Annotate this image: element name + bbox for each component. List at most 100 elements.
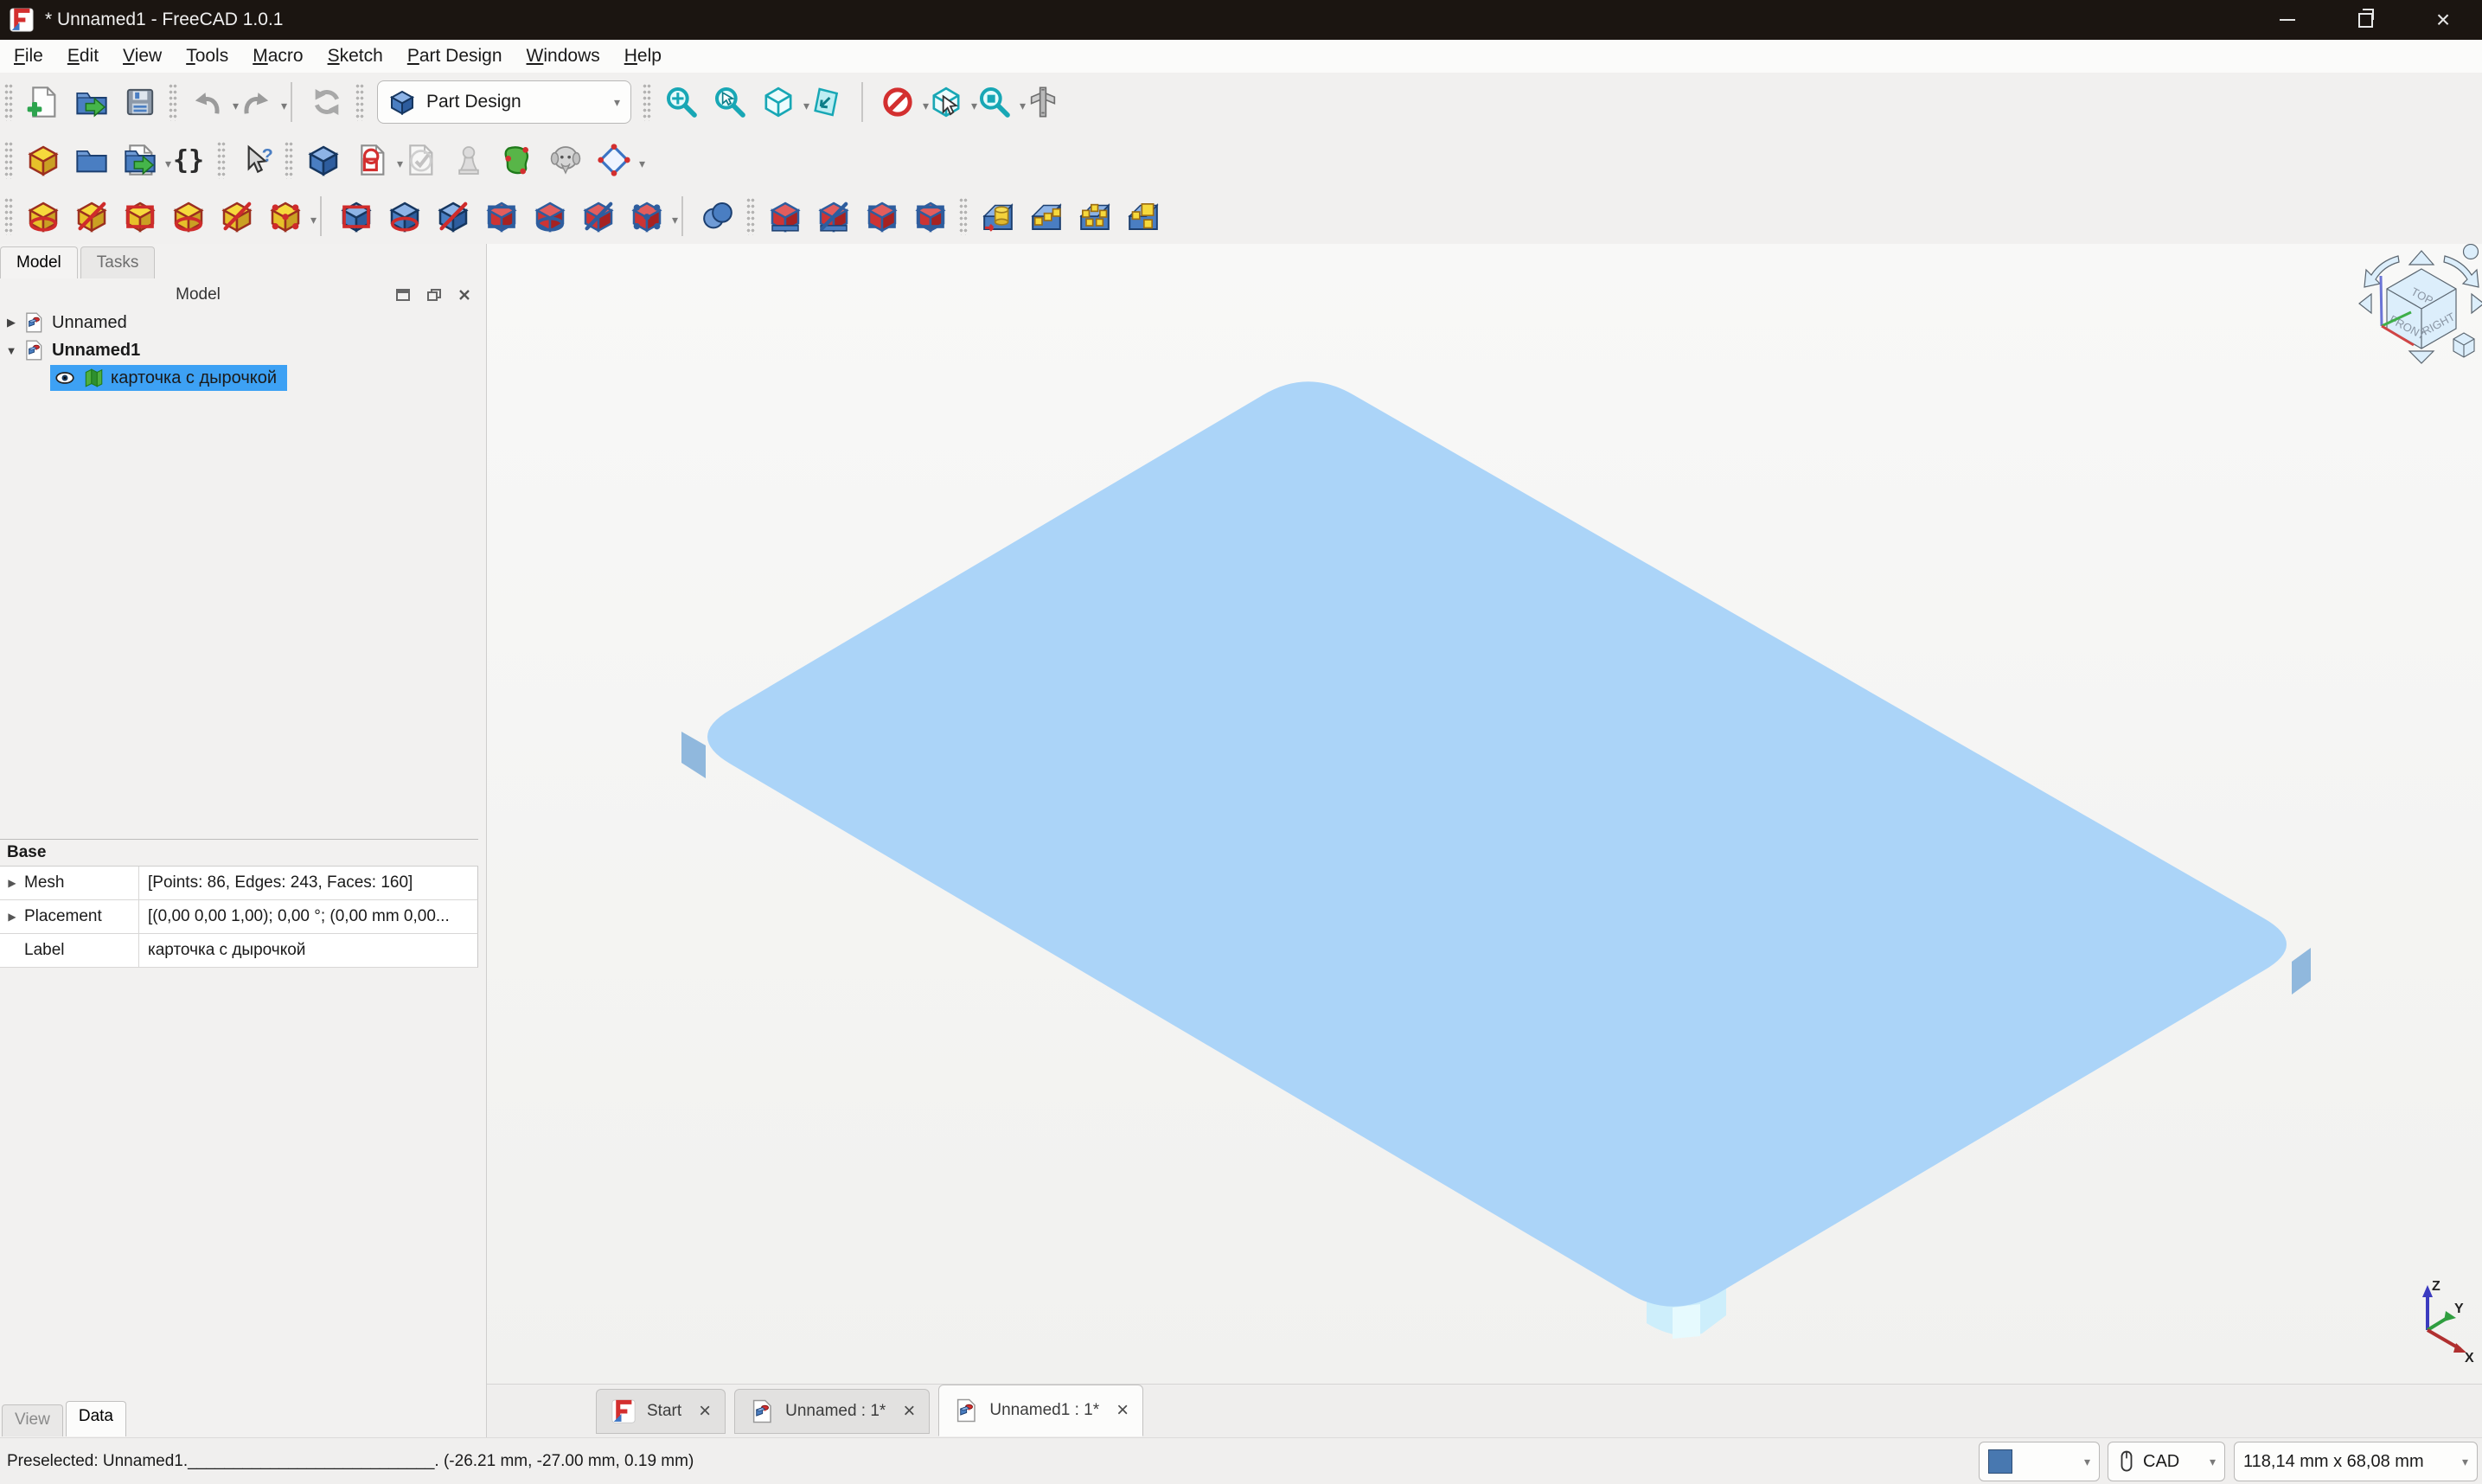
clipping-plane-button[interactable]: ▾ [874,79,921,125]
subtractive-helix-button[interactable] [575,193,622,240]
3d-viewport[interactable]: TOP FRONT RIGHT Z Y X [487,244,2482,1384]
dimension-indicator[interactable]: 118,14 mm x 68,08 mm ▾ [2234,1442,2478,1481]
box-selection-button[interactable]: ▾ [923,79,969,125]
toolbar-drag-handle[interactable] [285,141,293,179]
create-group-button[interactable] [68,137,115,183]
property-row-mesh[interactable]: ▶ Mesh [Points: 86, Edges: 243, Faces: 1… [0,867,478,900]
shape-binder-button[interactable] [494,137,541,183]
tab-data[interactable]: Data [66,1401,126,1436]
thickness-button[interactable] [907,193,954,240]
plate-side-right[interactable] [2292,948,2311,995]
menu-tools[interactable]: Tools [176,43,239,69]
toolbar-drag-handle[interactable] [4,141,13,179]
menu-part-design[interactable]: Part Design [397,43,513,69]
toolbar-drag-handle[interactable] [746,197,755,235]
expander-collapsed-icon[interactable]: ▶ [0,316,22,329]
plate-side-bottom-front[interactable] [1673,1304,1700,1339]
expander-collapsed-icon[interactable]: ▶ [0,900,24,933]
menu-edit[interactable]: Edit [57,43,109,69]
polar-pattern-button[interactable] [1071,193,1118,240]
refresh-button[interactable] [304,79,350,125]
menu-help[interactable]: Help [614,43,672,69]
menu-file[interactable]: File [3,43,54,69]
workbench-selector[interactable]: Part Design▾ [377,80,631,124]
property-row-placement[interactable]: ▶ Placement [(0,00 0,00 1,00); 0,00 °; (… [0,900,478,934]
undo-button[interactable]: ▾ [184,79,231,125]
property-value[interactable]: [(0,00 0,00 1,00); 0,00 °; (0,00 mm 0,00… [139,900,477,933]
create-body-button[interactable] [300,137,347,183]
toolbar-drag-handle[interactable] [355,83,364,121]
float-panel-icon[interactable] [427,289,441,301]
toolbar-drag-handle[interactable] [217,141,226,179]
toolbar-drag-handle[interactable] [4,197,13,235]
tab-start[interactable]: Start × [596,1389,726,1434]
minimize-button[interactable] [2249,0,2326,40]
toolbar-drag-handle[interactable] [643,83,651,121]
whats-this-button[interactable] [233,137,279,183]
navigation-style-selector[interactable]: CAD ▾ [2108,1442,2225,1481]
fillet-button[interactable] [762,193,809,240]
selected-tree-item[interactable]: карточка с дырочкой [50,365,287,391]
background-color-selector[interactable]: ▾ [1979,1442,2100,1481]
new-file-button[interactable] [20,79,67,125]
clone-button[interactable] [542,137,589,183]
draft-button[interactable] [859,193,905,240]
redo-button[interactable]: ▾ [233,79,279,125]
close-panel-icon[interactable] [458,289,470,301]
subtractive-loft-button[interactable] [478,193,525,240]
plate-top-face[interactable] [707,381,2287,1307]
open-file-button[interactable] [68,79,115,125]
tab-unnamed1[interactable]: Unnamed1 : 1* × [938,1385,1143,1436]
tree-item-label[interactable]: Unnamed1 [52,341,140,361]
menu-view[interactable]: View [112,43,172,69]
make-link-button[interactable]: ▾ [117,137,163,183]
pocket-button[interactable] [333,193,380,240]
revolution-button[interactable] [68,193,115,240]
close-tab-icon[interactable]: × [903,1399,915,1423]
close-tab-icon[interactable]: × [1116,1398,1129,1423]
tab-view[interactable]: View [2,1404,63,1436]
create-datum-button[interactable]: ▾ [591,137,637,183]
close-tab-icon[interactable]: × [699,1399,711,1423]
zoom-selection-button[interactable] [707,79,753,125]
subtractive-primitive-button[interactable]: ▾ [624,193,670,240]
menu-sketch[interactable]: Sketch [317,43,393,69]
chamfer-button[interactable] [810,193,857,240]
tree-item-unnamed[interactable]: ▶ Unnamed [0,310,486,336]
multi-transform-button[interactable] [1120,193,1167,240]
save-file-button[interactable] [117,79,163,125]
subtractive-pipe-button[interactable] [527,193,573,240]
linear-pattern-button[interactable] [1023,193,1070,240]
toolbar-drag-handle[interactable] [959,197,968,235]
toolbar-drag-handle[interactable] [4,83,13,121]
additive-primitive-button[interactable]: ▾ [262,193,309,240]
tab-tasks[interactable]: Tasks [80,246,156,278]
validate-sketch-button[interactable] [397,137,444,183]
menu-windows[interactable]: Windows [516,43,611,69]
toolbar-drag-handle[interactable] [169,83,177,121]
set-tip-button[interactable] [445,137,492,183]
mirrored-button[interactable] [975,193,1021,240]
expressions-button[interactable] [165,137,212,183]
create-sketch-button[interactable]: ▾ [349,137,395,183]
tree-item-label[interactable]: Unnamed [52,313,127,333]
additive-loft-button[interactable] [117,193,163,240]
additive-pipe-button[interactable] [165,193,212,240]
tab-model[interactable]: Model [0,246,78,278]
property-value[interactable]: [Points: 86, Edges: 243, Faces: 160] [139,867,477,899]
navigation-cube[interactable] [2359,245,2482,364]
restore-button[interactable] [2326,0,2404,40]
isometric-view-button[interactable]: ▾ [755,79,802,125]
menu-macro[interactable]: Macro [242,43,313,69]
property-value[interactable]: карточка с дырочкой [139,934,477,967]
property-row-label[interactable]: Label карточка с дырочкой [0,934,478,968]
create-part-button[interactable] [20,137,67,183]
close-button[interactable]: × [2404,0,2482,40]
property-group-base[interactable]: Base [0,839,478,867]
fit-all-button[interactable] [658,79,705,125]
draw-style-button[interactable]: ▾ [971,79,1018,125]
expander-collapsed-icon[interactable]: ▶ [0,867,24,899]
tree-item-mesh[interactable]: карточка с дырочкой [0,365,536,391]
expander-expanded-icon[interactable]: ▼ [0,344,22,357]
hole-button[interactable] [381,193,428,240]
